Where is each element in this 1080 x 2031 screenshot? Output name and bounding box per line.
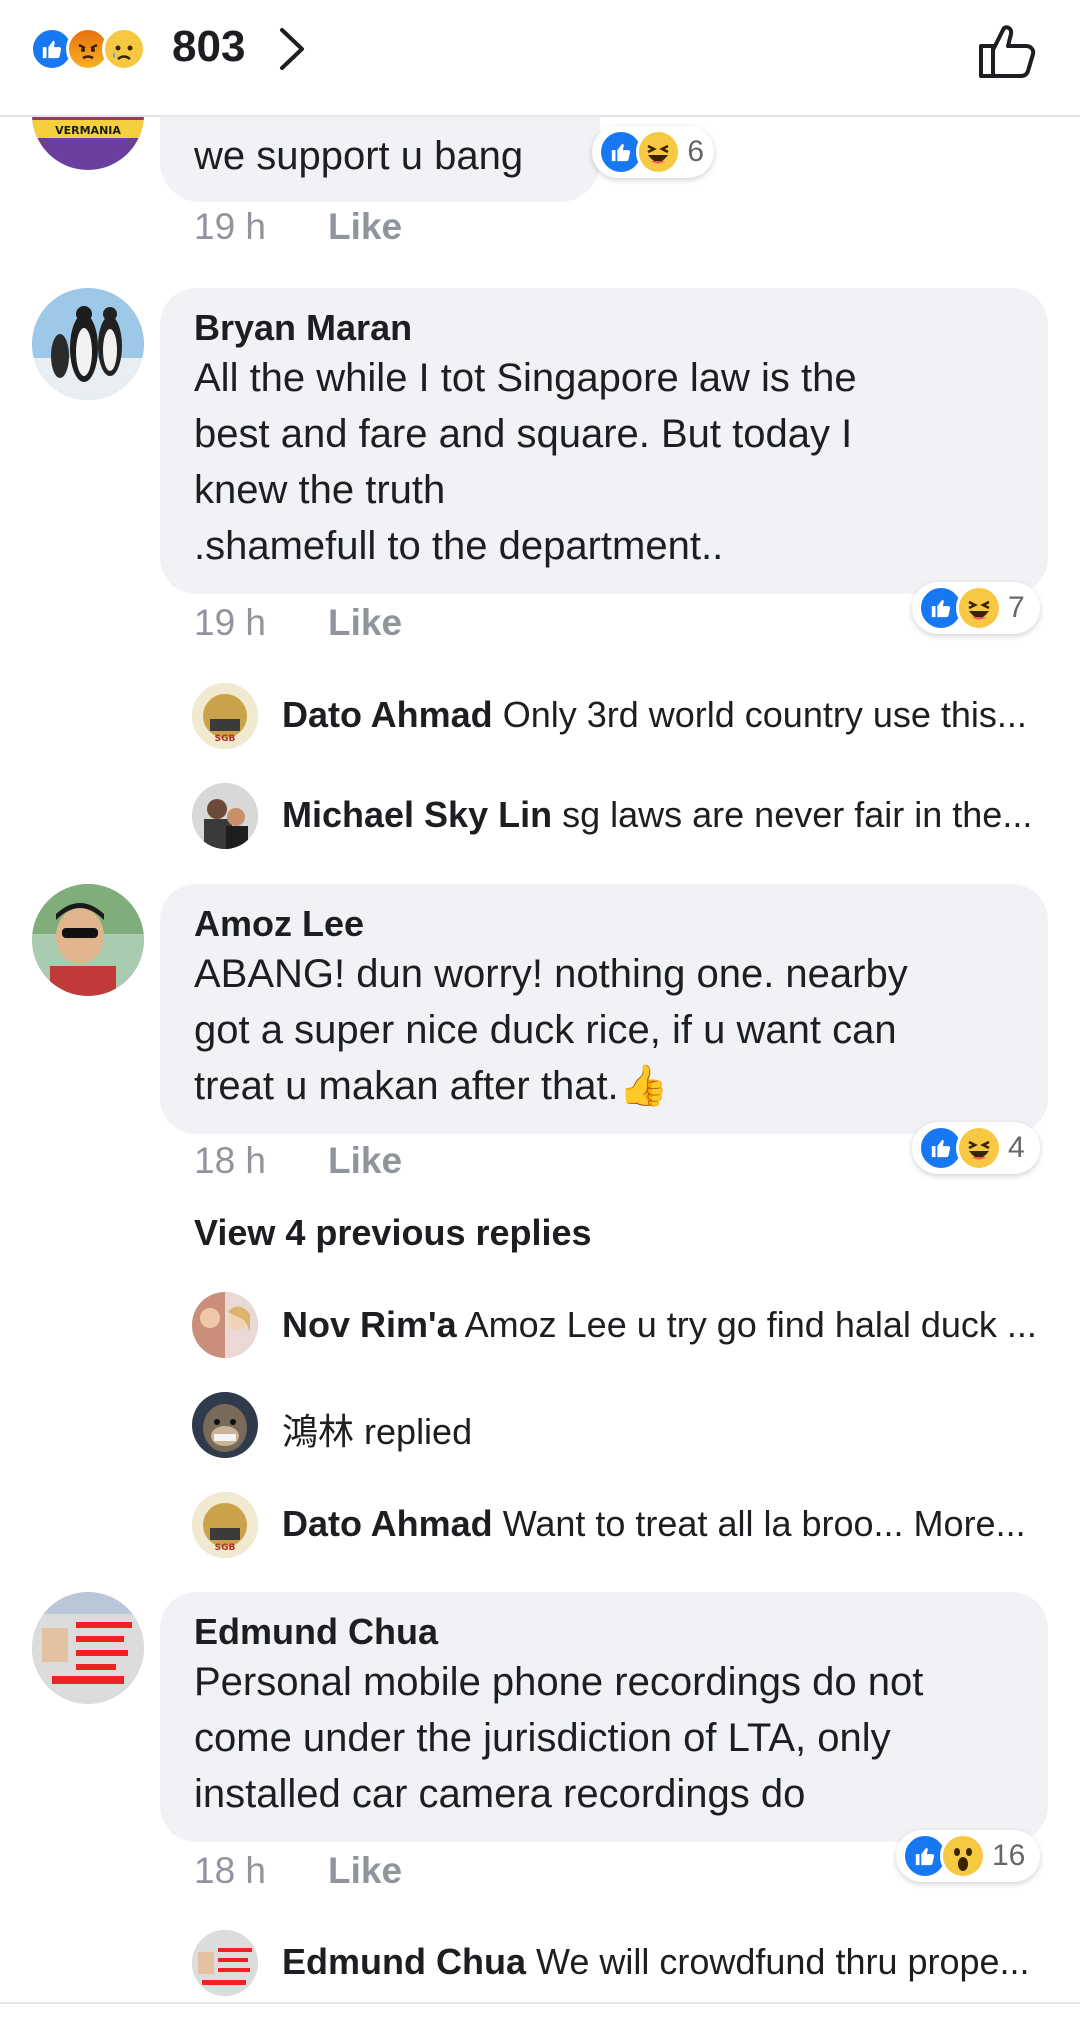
comment-reactions[interactable]: 16: [896, 1830, 1040, 1882]
reaction-count[interactable]: 803: [172, 22, 245, 72]
thumbs-up-emoji: 👍: [618, 1064, 669, 1108]
reply-author: Dato Ahmad: [282, 1503, 493, 1544]
reply-author: Dato Ahmad: [282, 694, 493, 735]
comment-bubble[interactable]: Edmund Chua Personal mobile phone record…: [160, 1592, 1048, 1842]
reply-preview[interactable]: Michael Sky Lin sg laws are never fair i…: [282, 794, 1052, 836]
svg-text:SGB: SGB: [215, 734, 236, 744]
reply-text: Want to treat all la broo... More...: [502, 1503, 1026, 1544]
reply-author: Michael Sky Lin: [282, 794, 553, 835]
bottom-divider: [0, 2002, 1080, 2004]
comment-meta: 19 h Like: [194, 206, 402, 248]
reply-author: Nov Rim'a: [282, 1304, 457, 1345]
reply-preview[interactable]: Nov Rim'a Amoz Lee u try go find halal d…: [282, 1304, 1052, 1346]
commenter-name[interactable]: Edmund Chua: [194, 1610, 1014, 1654]
reply-avatar[interactable]: [192, 783, 258, 849]
reply-avatar[interactable]: [192, 1292, 258, 1358]
svg-text:SGB: SGB: [215, 1543, 236, 1553]
reaction-count: 6: [687, 135, 704, 168]
reply-text: Only 3rd world country use this...: [502, 694, 1027, 735]
reply-text: replied: [364, 1411, 473, 1452]
reply-preview[interactable]: 鴻林 replied: [282, 1403, 1052, 1455]
haha-icon: [635, 129, 682, 175]
avatar[interactable]: [32, 884, 144, 996]
reply-author: Edmund Chua: [282, 1941, 526, 1982]
chevron-right-icon[interactable]: [278, 26, 306, 77]
like-button[interactable]: Like: [328, 206, 402, 247]
view-previous-replies-link[interactable]: View 4 previous replies: [194, 1212, 592, 1254]
svg-text:VERMANIA: VERMANIA: [55, 124, 121, 137]
like-button[interactable]: Like: [328, 602, 402, 643]
comment-text: All the while I tot Singapore law is the…: [194, 356, 857, 568]
comment-meta: 19 h Like: [194, 602, 402, 644]
comment-text: ABANG! dun worry! nothing one. nearby go…: [194, 952, 908, 1108]
comment-meta: 18 h Like: [194, 1850, 402, 1892]
reply-avatar[interactable]: [192, 1930, 258, 1996]
comment-text: Personal mobile phone recordings do not …: [194, 1660, 924, 1816]
like-button[interactable]: Like: [328, 1140, 402, 1181]
reply-avatar[interactable]: SGB: [192, 683, 258, 749]
comment-bubble[interactable]: we support u bang: [160, 112, 600, 202]
reply-preview[interactable]: Edmund Chua We will crowdfund thru prope…: [282, 1941, 1052, 1983]
comment-time: 19 h: [194, 602, 267, 643]
reply-text: Amoz Lee u try go find halal duck ...: [464, 1304, 1037, 1345]
sad-icon: [102, 27, 146, 71]
reply-author: 鴻林: [282, 1411, 355, 1452]
wow-icon: [940, 1833, 986, 1879]
reply-preview[interactable]: Dato Ahmad Only 3rd world country use th…: [282, 694, 1052, 736]
comment-text: we support u bang: [194, 134, 524, 178]
comment-bubble[interactable]: Amoz Lee ABANG! dun worry! nothing one. …: [160, 884, 1048, 1134]
like-thumb-icon[interactable]: [978, 22, 1038, 85]
comment-meta: 18 h Like: [194, 1140, 402, 1182]
reaction-count: 7: [1008, 591, 1025, 624]
reaction-icons[interactable]: [30, 27, 146, 71]
comment-time: 18 h: [194, 1140, 267, 1181]
reply-preview[interactable]: Dato Ahmad Want to treat all la broo... …: [282, 1503, 1052, 1545]
commenter-name[interactable]: Bryan Maran: [194, 306, 1014, 350]
comment-reactions[interactable]: 6: [592, 126, 714, 178]
reaction-count: 16: [992, 1839, 1026, 1872]
reply-avatar[interactable]: SGB: [192, 1492, 258, 1558]
avatar[interactable]: [32, 1592, 144, 1704]
reply-text: We will crowdfund thru prope...: [536, 1941, 1030, 1982]
avatar[interactable]: [32, 288, 144, 400]
comment-bubble[interactable]: Bryan Maran All the while I tot Singapor…: [160, 288, 1048, 594]
haha-icon: [956, 585, 1002, 631]
comment-reactions[interactable]: 4: [912, 1122, 1040, 1174]
reaction-count: 4: [1008, 1131, 1025, 1164]
comment-time: 18 h: [194, 1850, 267, 1891]
comment-time: 19 h: [194, 206, 267, 247]
comment-reactions[interactable]: 7: [912, 582, 1040, 634]
commenter-name[interactable]: Amoz Lee: [194, 902, 1014, 946]
reply-text: sg laws are never fair in the...: [562, 794, 1033, 835]
reactions-header: 803: [0, 0, 1080, 117]
haha-icon: [956, 1125, 1002, 1171]
like-button[interactable]: Like: [328, 1850, 402, 1891]
reply-avatar[interactable]: [192, 1392, 258, 1458]
